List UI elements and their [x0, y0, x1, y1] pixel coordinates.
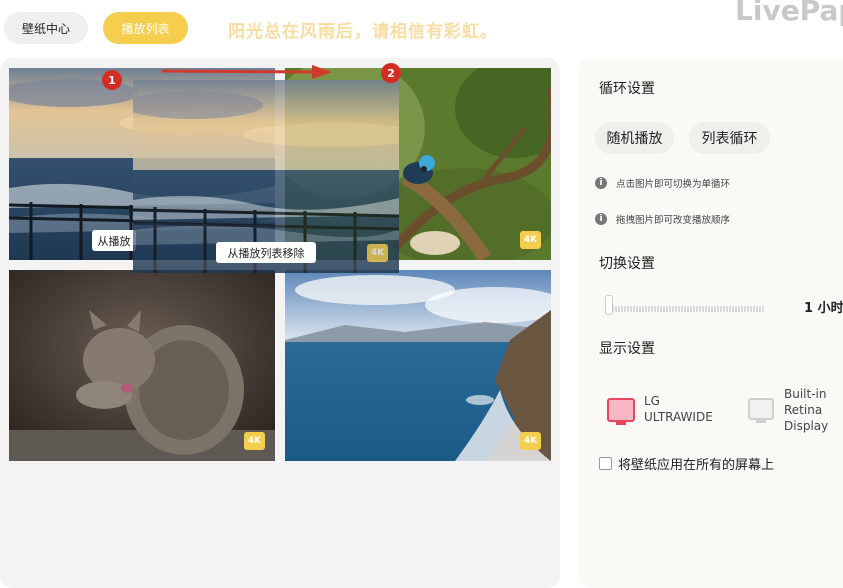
- random-play-button[interactable]: 随机播放: [595, 122, 674, 154]
- info-icon: i: [595, 213, 607, 225]
- display-settings-title: 显示设置: [599, 341, 655, 357]
- interval-value: 1 小时: [804, 301, 843, 316]
- switch-settings-title: 切换设置: [599, 256, 655, 272]
- display-lg-label[interactable]: LG ULTRAWIDE: [644, 393, 713, 425]
- loop-settings-title: 循环设置: [599, 81, 655, 97]
- slogan-text: 阳光总在风雨后，请相信有彩虹。: [228, 22, 498, 42]
- apply-all-label[interactable]: 将壁纸应用在所有的屏幕上: [618, 454, 774, 473]
- slider-track: [606, 306, 764, 312]
- remove-from-playlist-button[interactable]: 从播放列表移除: [216, 242, 316, 263]
- 4k-badge: 4K: [367, 244, 388, 262]
- tab-wallpaper-center[interactable]: 壁纸中心: [4, 12, 88, 44]
- hint-drag-text: 拖拽图片即可改变播放顺序: [616, 215, 731, 226]
- interval-slider[interactable]: [605, 299, 765, 312]
- playlist-item-coast[interactable]: [285, 270, 551, 461]
- 4k-badge: 4K: [244, 432, 265, 450]
- slider-thumb[interactable]: [605, 295, 613, 315]
- step-2-marker: 2: [381, 63, 401, 83]
- list-loop-button[interactable]: 列表循环: [689, 122, 770, 154]
- playlist-item-cat[interactable]: [9, 270, 275, 461]
- wallpaper-thumbnail: [9, 270, 275, 461]
- step-1-marker: 1: [102, 70, 122, 90]
- drag-arrow-icon: [161, 65, 332, 79]
- monitor-icon[interactable]: [748, 398, 774, 424]
- tab-playlist[interactable]: 播放列表: [103, 12, 188, 44]
- hint-click: i 点击图片即可切换为单循环: [595, 176, 730, 190]
- hint-click-text: 点击图片即可切换为单循环: [616, 179, 731, 190]
- app-logo: LivePap: [735, 0, 843, 27]
- remove-from-playlist-button[interactable]: 从播放: [92, 230, 136, 251]
- settings-panel: 循环设置 随机播放 列表循环 i 点击图片即可切换为单循环 i 拖拽图片即可改变…: [579, 58, 843, 588]
- 4k-badge: 4K: [520, 432, 541, 450]
- info-icon: i: [595, 177, 607, 189]
- display-builtin-label[interactable]: Built-in Retina Display: [784, 386, 828, 434]
- 4k-badge: 4K: [520, 231, 541, 249]
- wallpaper-thumbnail: [285, 270, 551, 461]
- hint-drag: i 拖拽图片即可改变播放顺序: [595, 212, 730, 226]
- apply-all-checkbox[interactable]: [599, 457, 612, 470]
- monitor-icon[interactable]: [607, 398, 635, 426]
